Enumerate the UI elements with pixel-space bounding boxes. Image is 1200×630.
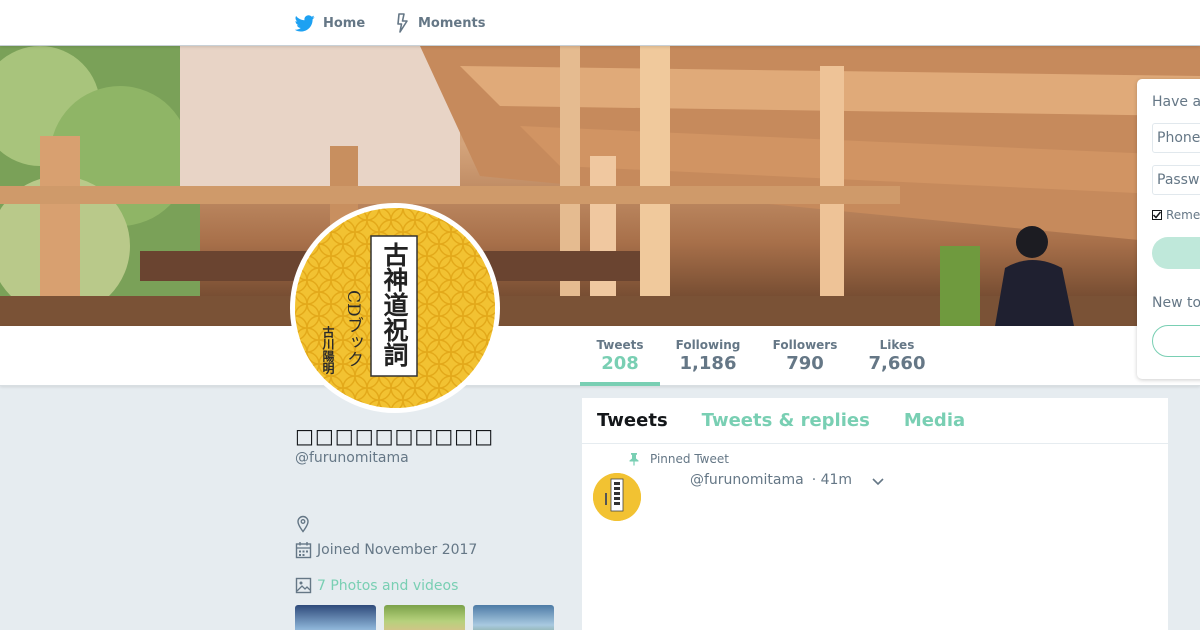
stat-followers[interactable]: Followers 790 xyxy=(765,326,845,386)
profile-location xyxy=(295,515,316,533)
tab-tweets[interactable]: Tweets xyxy=(597,410,668,431)
new-to-twitter-label: New to xyxy=(1152,295,1200,311)
signup-button[interactable] xyxy=(1152,325,1200,357)
avatar-title: 古神道祝詞 xyxy=(380,242,409,367)
nav-home-label: Home xyxy=(323,15,366,31)
stat-tweets[interactable]: Tweets 208 xyxy=(580,326,660,386)
avatar-image: 古神道祝詞 CDブック 古川陽明 xyxy=(295,208,495,408)
checkmark-icon xyxy=(1152,211,1162,219)
photos-videos-label: 7 Photos and videos xyxy=(317,577,459,594)
lightning-icon xyxy=(397,13,408,33)
photos-videos-link[interactable]: 7 Photos and videos xyxy=(295,577,458,594)
media-thumbnail[interactable] xyxy=(384,605,465,630)
joined-text: Joined November 2017 xyxy=(317,542,478,558)
stat-following[interactable]: Following 1,186 xyxy=(668,326,748,386)
location-pin-icon xyxy=(297,515,309,533)
timeline: Tweets Tweets & replies Media Pinned Twe… xyxy=(581,397,1169,630)
tweet-options-button[interactable] xyxy=(871,472,885,494)
twitter-bird-icon xyxy=(295,14,315,31)
tweet-header: @furunomitama · 41m xyxy=(690,472,852,488)
tab-tweets-replies[interactable]: Tweets & replies xyxy=(702,410,870,431)
nav-moments-label: Moments xyxy=(418,15,486,31)
login-card: Have a Phone Passw Reme New to xyxy=(1137,79,1200,379)
remember-me[interactable]: Reme xyxy=(1152,208,1200,222)
pinned-tweet-label: Pinned Tweet xyxy=(628,452,729,466)
image-icon xyxy=(295,577,312,594)
stat-followers-label: Followers xyxy=(772,338,838,352)
remember-checkbox[interactable] xyxy=(1152,210,1162,220)
password-input[interactable]: Passw xyxy=(1152,165,1200,195)
remember-label: Reme xyxy=(1166,208,1200,222)
pinned-text: Pinned Tweet xyxy=(650,452,729,466)
profile-handle[interactable]: @furunomitama xyxy=(295,450,409,466)
calendar-icon xyxy=(295,542,312,559)
stat-likes-value: 7,660 xyxy=(868,353,926,374)
avatar-subtitle: CDブック xyxy=(343,290,363,368)
nav-home[interactable]: Home xyxy=(295,0,365,46)
stat-followers-value: 790 xyxy=(786,353,824,374)
timeline-tabs: Tweets Tweets & replies Media xyxy=(582,398,1168,444)
phone-input[interactable]: Phone xyxy=(1152,123,1200,153)
stat-tweets-label: Tweets xyxy=(596,338,644,352)
profile-banner xyxy=(0,46,1200,326)
tweet-avatar[interactable] xyxy=(593,473,641,521)
profile-joined: Joined November 2017 xyxy=(295,541,477,559)
tweet-timestamp[interactable]: · 41m xyxy=(812,472,852,488)
profile-stats-bar: Tweets 208 Following 1,186 Followers 790… xyxy=(0,326,1200,386)
media-thumbnails xyxy=(295,605,554,630)
media-thumbnail[interactable] xyxy=(295,605,376,630)
top-navigation: Home Moments xyxy=(0,0,1200,46)
stat-tweets-value: 208 xyxy=(601,353,639,374)
tab-media[interactable]: Media xyxy=(904,410,965,431)
nav-moments[interactable]: Moments xyxy=(396,0,485,46)
login-title: Have a xyxy=(1152,94,1200,110)
stat-following-value: 1,186 xyxy=(679,353,737,374)
stat-following-label: Following xyxy=(675,338,741,352)
media-thumbnail[interactable] xyxy=(473,605,554,630)
chevron-down-icon xyxy=(872,478,884,486)
login-button[interactable] xyxy=(1152,237,1200,269)
avatar-author: 古川陽明 xyxy=(321,326,335,374)
pin-icon xyxy=(629,453,639,466)
profile-display-name: □□□□□□□□□□ xyxy=(295,424,494,448)
stat-likes-label: Likes xyxy=(879,338,915,352)
tweet-handle[interactable]: @furunomitama xyxy=(690,472,804,488)
profile-avatar[interactable]: 古神道祝詞 CDブック 古川陽明 xyxy=(290,203,500,413)
stat-likes[interactable]: Likes 7,660 xyxy=(862,326,932,386)
